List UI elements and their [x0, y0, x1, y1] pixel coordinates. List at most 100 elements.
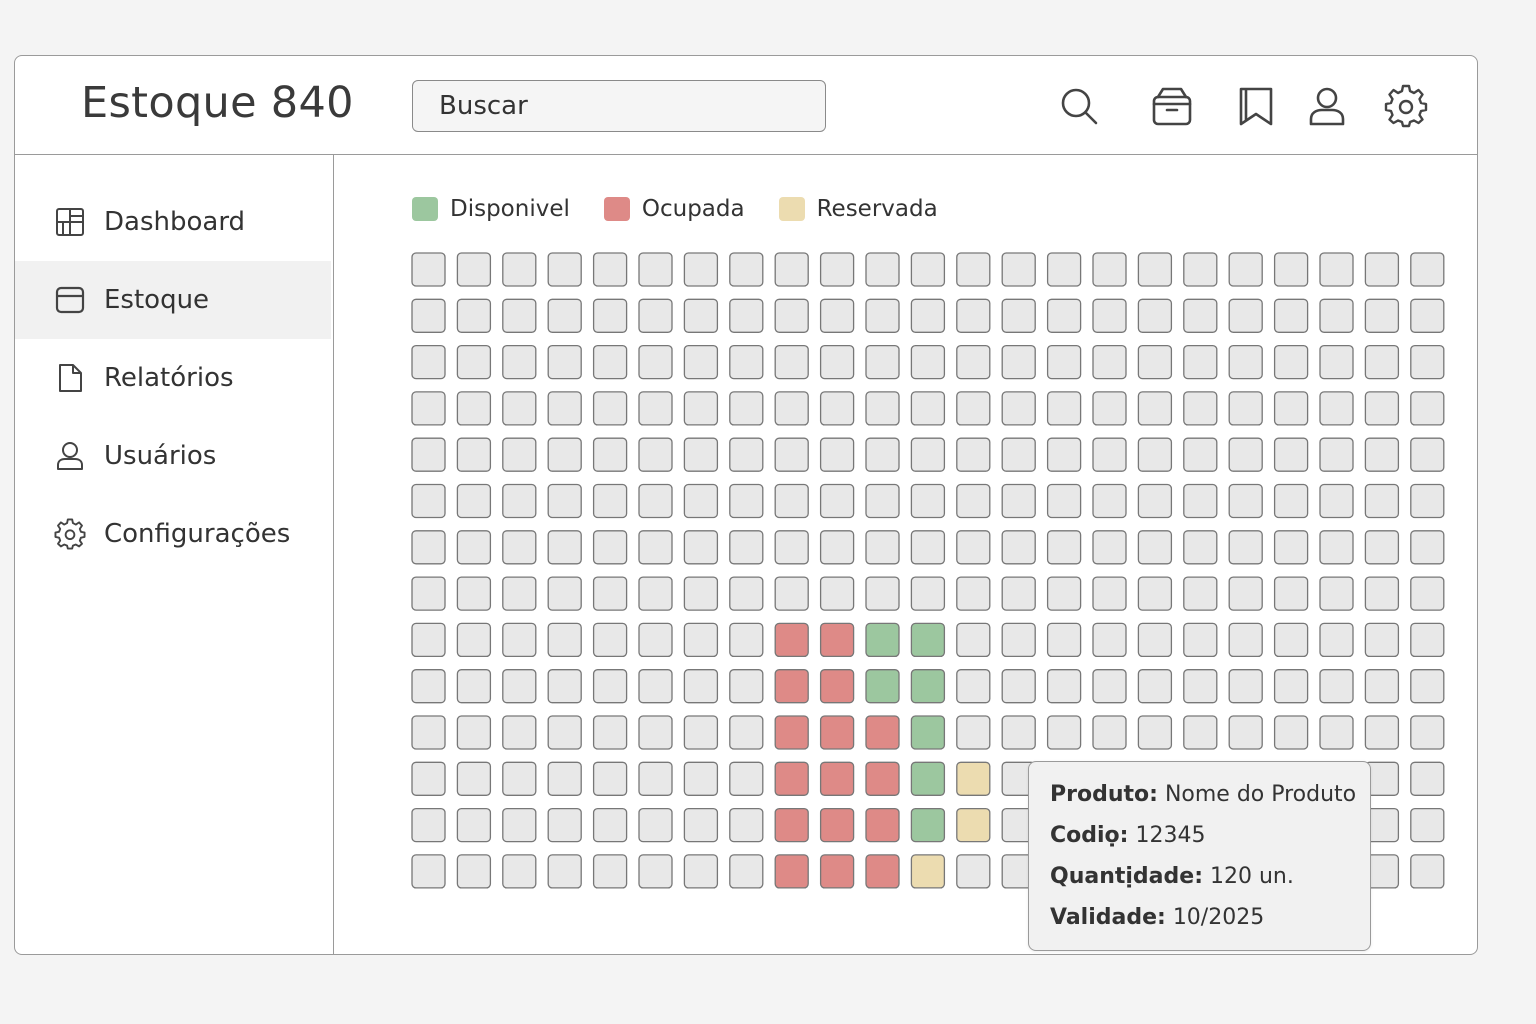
- sidebar-item-estoque[interactable]: Estoque: [15, 261, 331, 339]
- storage-slot-empty[interactable]: [774, 252, 809, 287]
- storage-slot-available[interactable]: [865, 622, 900, 658]
- storage-slot-empty[interactable]: [547, 530, 582, 565]
- storage-slot-empty[interactable]: [456, 298, 492, 333]
- storage-slot-empty[interactable]: [547, 669, 582, 704]
- storage-slot-empty[interactable]: [547, 622, 582, 658]
- storage-slot-empty[interactable]: [638, 344, 673, 380]
- storage-slot-empty[interactable]: [1183, 669, 1218, 704]
- storage-slot-empty[interactable]: [547, 854, 582, 889]
- storage-slot-empty[interactable]: [1183, 576, 1218, 611]
- storage-slot-available[interactable]: [865, 669, 900, 704]
- storage-slot-empty[interactable]: [411, 344, 446, 380]
- storage-slot-empty[interactable]: [729, 854, 764, 889]
- storage-slot-empty[interactable]: [1001, 437, 1036, 472]
- storage-slot-empty[interactable]: [956, 715, 991, 750]
- storage-slot-empty[interactable]: [1228, 344, 1263, 380]
- storage-slot-empty[interactable]: [456, 576, 492, 611]
- storage-slot-empty[interactable]: [547, 437, 582, 472]
- storage-slot-empty[interactable]: [865, 437, 900, 472]
- storage-slot-empty[interactable]: [1001, 530, 1036, 565]
- storage-slot-empty[interactable]: [638, 669, 673, 704]
- storage-slot-empty[interactable]: [547, 483, 582, 519]
- storage-slot-empty[interactable]: [1092, 530, 1127, 565]
- storage-slot-empty[interactable]: [638, 807, 673, 843]
- storage-slot-empty[interactable]: [502, 576, 537, 611]
- storage-slot-empty[interactable]: [774, 483, 809, 519]
- storage-slot-empty[interactable]: [638, 576, 673, 611]
- storage-slot-empty[interactable]: [683, 576, 719, 611]
- archive-box-icon[interactable]: [1148, 82, 1196, 130]
- storage-slot-empty[interactable]: [592, 298, 628, 333]
- storage-slot-empty[interactable]: [729, 344, 764, 380]
- storage-slot-empty[interactable]: [1364, 622, 1400, 658]
- storage-slot-empty[interactable]: [1137, 252, 1173, 287]
- storage-slot-empty[interactable]: [456, 715, 492, 750]
- storage-slot-empty[interactable]: [411, 807, 446, 843]
- storage-slot-empty[interactable]: [1319, 344, 1354, 380]
- bookmarks-icon[interactable]: [1232, 82, 1280, 130]
- storage-slot-empty[interactable]: [683, 530, 719, 565]
- storage-slot-empty[interactable]: [1183, 344, 1218, 380]
- storage-slot-empty[interactable]: [729, 576, 764, 611]
- storage-slot-empty[interactable]: [1273, 298, 1309, 333]
- storage-slot-empty[interactable]: [774, 298, 809, 333]
- storage-slot-empty[interactable]: [683, 807, 719, 843]
- storage-slot-empty[interactable]: [547, 807, 582, 843]
- storage-slot-empty[interactable]: [683, 437, 719, 472]
- storage-slot-empty[interactable]: [910, 576, 946, 611]
- storage-slot-empty[interactable]: [1092, 715, 1127, 750]
- storage-slot-empty[interactable]: [819, 530, 855, 565]
- storage-slot-empty[interactable]: [1228, 298, 1263, 333]
- storage-slot-empty[interactable]: [411, 437, 446, 472]
- sidebar-item-configuracoes[interactable]: Configurações: [15, 495, 331, 573]
- storage-slot-empty[interactable]: [592, 669, 628, 704]
- sidebar-item-relatorios[interactable]: Relatórios: [15, 339, 331, 417]
- storage-slot-empty[interactable]: [547, 715, 582, 750]
- storage-slot-empty[interactable]: [1092, 483, 1127, 519]
- storage-slot-empty[interactable]: [1364, 530, 1400, 565]
- storage-slot-empty[interactable]: [1183, 622, 1218, 658]
- storage-slot-empty[interactable]: [1273, 483, 1309, 519]
- storage-slot-empty[interactable]: [1092, 437, 1127, 472]
- storage-slot-empty[interactable]: [683, 252, 719, 287]
- storage-slot-empty[interactable]: [956, 344, 991, 380]
- storage-slot-empty[interactable]: [729, 622, 764, 658]
- storage-slot-empty[interactable]: [638, 437, 673, 472]
- storage-slot-empty[interactable]: [456, 530, 492, 565]
- storage-slot-empty[interactable]: [1273, 530, 1309, 565]
- storage-slot-empty[interactable]: [502, 298, 537, 333]
- storage-slot-empty[interactable]: [1319, 530, 1354, 565]
- storage-slot-empty[interactable]: [1183, 391, 1218, 426]
- storage-slot-empty[interactable]: [729, 252, 764, 287]
- storage-slot-empty[interactable]: [1137, 576, 1173, 611]
- storage-slot-empty[interactable]: [1319, 715, 1354, 750]
- gear-icon[interactable]: [1382, 82, 1430, 130]
- storage-slot-empty[interactable]: [1001, 483, 1036, 519]
- storage-slot-empty[interactable]: [456, 854, 492, 889]
- storage-slot-empty[interactable]: [638, 854, 673, 889]
- storage-slot-empty[interactable]: [1364, 252, 1400, 287]
- storage-slot-empty[interactable]: [1410, 854, 1445, 889]
- storage-slot-empty[interactable]: [502, 669, 537, 704]
- storage-slot-empty[interactable]: [1364, 483, 1400, 519]
- storage-slot-empty[interactable]: [729, 483, 764, 519]
- storage-slot-empty[interactable]: [456, 391, 492, 426]
- storage-slot-empty[interactable]: [547, 391, 582, 426]
- storage-slot-empty[interactable]: [1137, 344, 1173, 380]
- storage-slot-empty[interactable]: [683, 344, 719, 380]
- storage-slot-empty[interactable]: [729, 715, 764, 750]
- storage-slot-empty[interactable]: [592, 622, 628, 658]
- storage-slot-empty[interactable]: [592, 761, 628, 796]
- storage-slot-empty[interactable]: [1001, 715, 1036, 750]
- storage-slot-empty[interactable]: [910, 437, 946, 472]
- storage-slot-occupied[interactable]: [819, 807, 855, 843]
- storage-slot-empty[interactable]: [502, 530, 537, 565]
- storage-slot-empty[interactable]: [592, 437, 628, 472]
- storage-slot-empty[interactable]: [456, 807, 492, 843]
- storage-slot-empty[interactable]: [956, 483, 991, 519]
- storage-slot-empty[interactable]: [729, 437, 764, 472]
- storage-slot-empty[interactable]: [1273, 344, 1309, 380]
- storage-slot-occupied[interactable]: [819, 715, 855, 750]
- storage-slot-empty[interactable]: [1137, 391, 1173, 426]
- storage-slot-empty[interactable]: [411, 391, 446, 426]
